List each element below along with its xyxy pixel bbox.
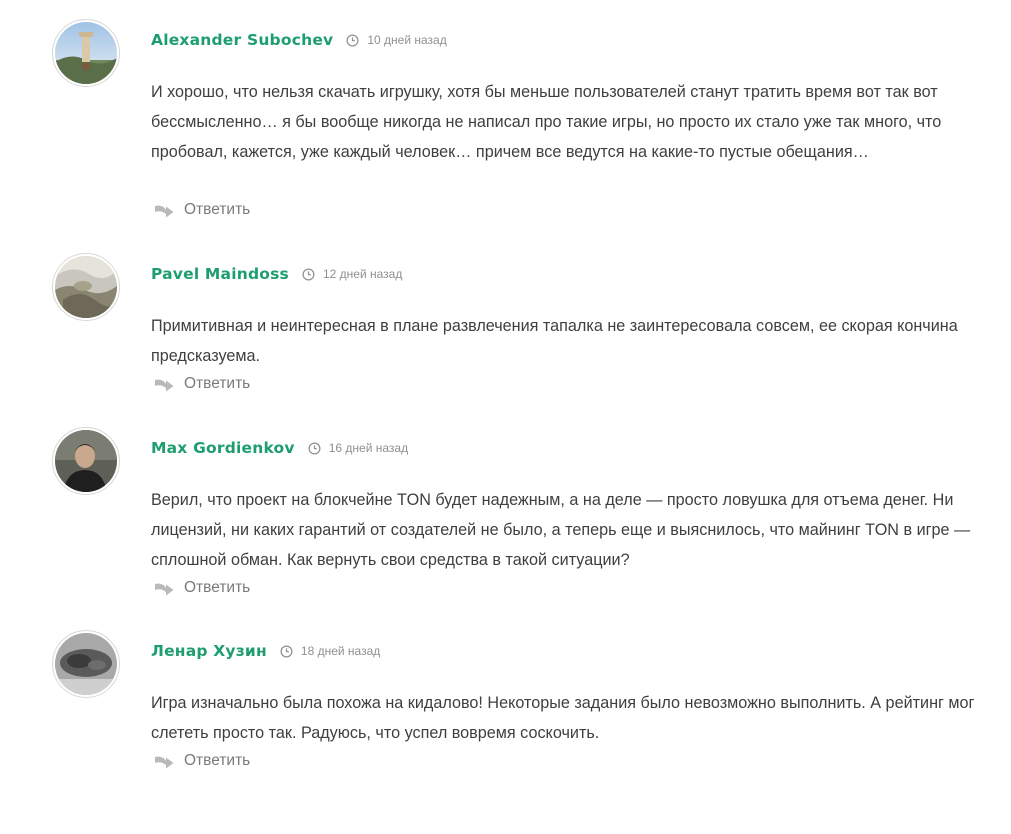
reply-button[interactable]: Ответить: [153, 375, 250, 393]
avatar[interactable]: [52, 19, 120, 87]
reply-label: Ответить: [184, 752, 251, 769]
comment-time[interactable]: 12 дней назад: [302, 267, 402, 281]
avatar[interactable]: [52, 630, 120, 698]
reply-arrow-icon: [155, 583, 174, 596]
comment-text: Верил, что проект на блокчейне TON будет…: [151, 491, 971, 569]
reply-label: Ответить: [184, 375, 251, 392]
reply-arrow-icon: [155, 756, 174, 769]
author-name[interactable]: Pavel Maindoss: [151, 265, 289, 283]
comment-text: Примитивная и неинтересная в плане развл…: [151, 317, 958, 365]
avatar[interactable]: [52, 427, 120, 495]
author-name[interactable]: Ленар Хузин: [151, 642, 267, 660]
comment-time[interactable]: 18 дней назад: [280, 644, 380, 658]
avatar-image: [55, 633, 117, 695]
reply-arrow-icon: [155, 379, 174, 392]
comment-text: И хорошо, что нельзя скачать игрушку, хо…: [151, 83, 942, 161]
comment-meta: Max Gordienkov 16 дней назад: [151, 439, 408, 457]
comment-meta: Alexander Subochev 10 дней назад: [151, 31, 447, 49]
comments-list: Alexander Subochev 10 дней назад И хорош…: [0, 0, 1011, 834]
avatar-image: [55, 22, 117, 84]
comment-text: Игра изначально была похожа на кидалово!…: [151, 694, 975, 742]
reply-button[interactable]: Ответить: [153, 579, 250, 597]
avatar[interactable]: [52, 253, 120, 321]
reply-label: Ответить: [184, 201, 251, 218]
author-name[interactable]: Max Gordienkov: [151, 439, 295, 457]
reply-button[interactable]: Ответить: [153, 752, 250, 770]
reply-arrow-icon: [155, 205, 174, 218]
clock-icon: [302, 268, 315, 280]
comment-time-label: 12 дней назад: [322, 267, 403, 281]
reply-button[interactable]: Ответить: [153, 201, 250, 219]
comment-time[interactable]: 10 дней назад: [346, 33, 447, 47]
comment-time[interactable]: 16 дней назад: [308, 441, 408, 455]
avatar-image: [55, 256, 117, 318]
comment-meta: Pavel Maindoss 12 дней назад: [151, 265, 402, 283]
clock-icon: [308, 442, 321, 454]
reply-label: Ответить: [184, 579, 251, 596]
comment-time-label: 16 дней назад: [328, 441, 409, 455]
clock-icon: [280, 645, 293, 657]
clock-icon: [346, 34, 359, 46]
comment-meta: Ленар Хузин 18 дней назад: [151, 642, 380, 660]
comment-time-label: 10 дней назад: [367, 33, 447, 47]
avatar-image: [55, 430, 117, 492]
comment-time-label: 18 дней назад: [300, 644, 381, 658]
author-name[interactable]: Alexander Subochev: [151, 31, 333, 49]
